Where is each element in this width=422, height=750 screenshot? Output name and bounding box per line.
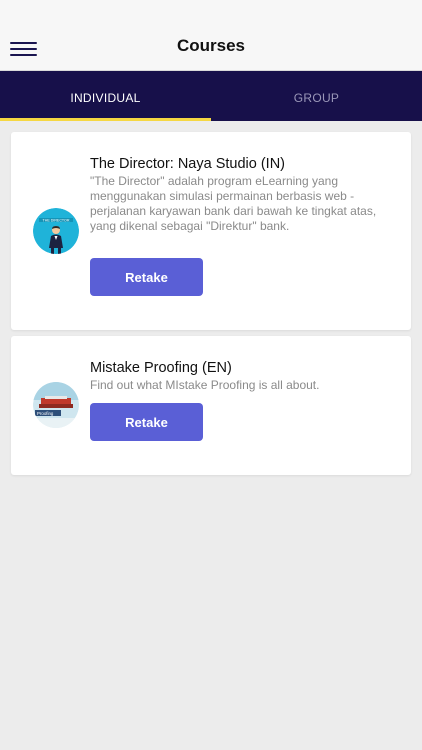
course-thumbnail-director: THE DIRECTOR	[33, 208, 79, 254]
thumbnail-lettering: THE DIRECTOR	[43, 219, 70, 223]
course-description: "The Director" adalah program eLearning …	[90, 174, 377, 233]
course-title: Mistake Proofing (EN)	[90, 360, 232, 376]
tab-group[interactable]: GROUP	[211, 71, 422, 121]
course-thumbnail-proofing: Proofing	[33, 382, 79, 428]
page-title: Courses	[176, 36, 246, 55]
top-app-bar: Courses	[0, 0, 422, 71]
course-title: The Director: Naya Studio (IN)	[90, 156, 286, 172]
retake-button[interactable]: Retake	[90, 258, 203, 296]
thumbnail-lettering: Proofing	[37, 411, 54, 416]
course-card[interactable]: Proofing Mistake Proofing (EN) Find out …	[11, 336, 411, 475]
tab-bar: INDIVIDUAL GROUP	[0, 71, 422, 121]
tab-individual[interactable]: INDIVIDUAL	[0, 71, 211, 121]
course-card[interactable]: THE DIRECTOR The Director: Naya Studio (…	[11, 132, 411, 330]
course-description: Find out what MIstake Proofing is all ab…	[90, 378, 320, 392]
retake-button[interactable]: Retake	[90, 403, 203, 441]
